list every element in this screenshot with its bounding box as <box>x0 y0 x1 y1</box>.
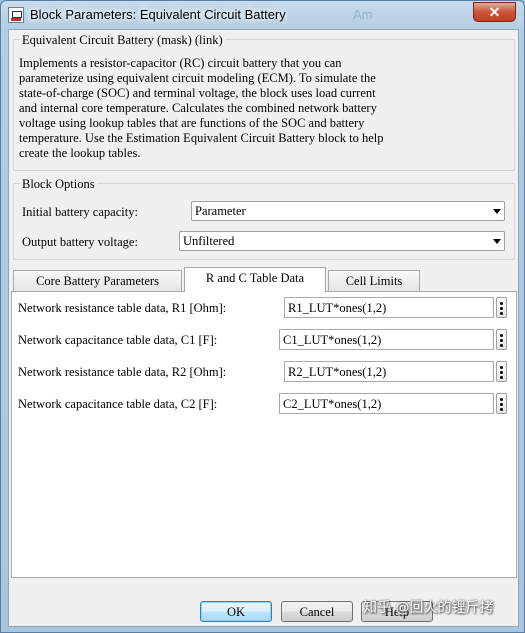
description-heading: Equivalent Circuit Battery (mask) (link) <box>20 33 225 48</box>
param-value-r1: R1_LUT*ones(1,2) <box>288 301 387 315</box>
description-text: Implements a resistor-capacitor (RC) cir… <box>19 56 384 160</box>
param-value-c2: C2_LUT*ones(1,2) <box>283 397 382 411</box>
simulink-block-icon <box>8 7 24 23</box>
more-options-button[interactable] <box>496 361 507 382</box>
voltage-label: Output battery voltage: <box>22 235 138 249</box>
dialog-client-area: Equivalent Circuit Battery (mask) (link)… <box>8 29 519 627</box>
param-label-r2: Network resistance table data, R2 [Ohm]: <box>18 365 227 379</box>
voltage-value: Unfiltered <box>183 234 235 248</box>
window-title: Block Parameters: Equivalent Circuit Bat… <box>30 7 286 22</box>
param-input-r2[interactable]: R2_LUT*ones(1,2) <box>284 361 494 382</box>
cancel-button[interactable]: Cancel <box>281 601 353 622</box>
capacity-select[interactable]: Parameter <box>191 201 505 221</box>
voltage-select[interactable]: Unfiltered <box>179 231 505 251</box>
param-input-r1[interactable]: R1_LUT*ones(1,2) <box>284 297 494 318</box>
param-input-c1[interactable]: C1_LUT*ones(1,2) <box>279 329 494 350</box>
param-value-r2: R2_LUT*ones(1,2) <box>288 365 387 379</box>
chevron-down-icon <box>493 239 501 244</box>
dialog-window: Block Parameters: Equivalent Circuit Bat… <box>0 0 525 633</box>
watermark: 知乎 @回火的锂斤拷 <box>363 600 494 616</box>
param-input-c2[interactable]: C2_LUT*ones(1,2) <box>279 393 494 414</box>
more-options-button[interactable] <box>496 297 507 318</box>
close-icon: ✕ <box>488 3 501 20</box>
tab-r-and-c-table-data[interactable]: R and C Table Data <box>184 267 326 292</box>
block-options-heading: Block Options <box>20 177 97 192</box>
tab-cell-limits[interactable]: Cell Limits <box>328 270 420 292</box>
ok-button[interactable]: OK <box>200 601 272 622</box>
param-label-c1: Network capacitance table data, C1 [F]: <box>18 333 218 347</box>
title-bar[interactable]: Block Parameters: Equivalent Circuit Bat… <box>1 1 524 29</box>
background-window-text: Am <box>353 7 373 22</box>
param-value-c1: C1_LUT*ones(1,2) <box>283 333 382 347</box>
param-label-r1: Network resistance table data, R1 [Ohm]: <box>18 301 227 315</box>
param-label-c2: Network capacitance table data, C2 [F]: <box>18 397 218 411</box>
close-button[interactable]: ✕ <box>473 2 516 22</box>
more-options-button[interactable] <box>496 393 507 414</box>
chevron-down-icon <box>493 209 501 214</box>
capacity-label: Initial battery capacity: <box>22 205 138 219</box>
tab-core-battery-parameters[interactable]: Core Battery Parameters <box>13 270 182 292</box>
capacity-value: Parameter <box>195 204 246 218</box>
more-options-button[interactable] <box>496 329 507 350</box>
